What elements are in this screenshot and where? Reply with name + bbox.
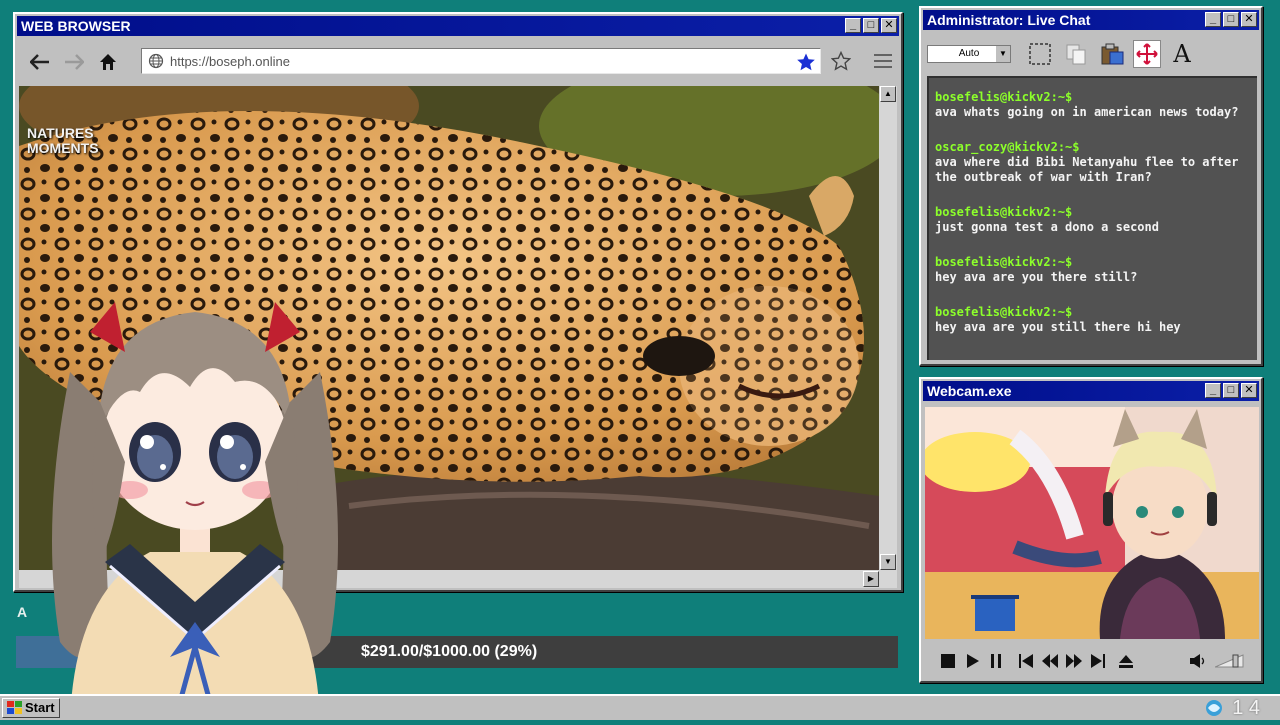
- chat-titlebar[interactable]: Administrator: Live Chat _ □ ✕: [923, 10, 1259, 30]
- network-icon[interactable]: [1204, 698, 1224, 718]
- webcam-window: Webcam.exe _ □ ✕: [919, 377, 1263, 683]
- chat-text: hey ava are you there still?: [935, 270, 1138, 284]
- chat-message: bosefelis@kickv2:~$ hey ava are you still…: [935, 305, 1251, 335]
- browser-titlebar[interactable]: WEB BROWSER _ □ ✕: [17, 16, 899, 36]
- chevron-down-icon[interactable]: ▼: [996, 46, 1010, 62]
- fast-forward-icon[interactable]: [1063, 650, 1085, 672]
- start-label: Start: [25, 700, 55, 715]
- volume-slider[interactable]: [1214, 654, 1245, 668]
- media-controls: [925, 645, 1257, 677]
- rewind-icon[interactable]: [1039, 650, 1061, 672]
- font-icon[interactable]: A: [1167, 39, 1197, 69]
- close-button[interactable]: ✕: [1241, 383, 1257, 398]
- webcam-feed: [925, 407, 1259, 639]
- system-tray: 1 4: [1204, 696, 1260, 720]
- chat-message: bosefelis@kickv2:~$ just gonna test a don…: [935, 205, 1251, 235]
- skip-back-icon[interactable]: [1015, 650, 1037, 672]
- move-icon[interactable]: [1133, 40, 1161, 68]
- chat-username: oscar_cozy@kickv2:~$: [935, 140, 1080, 154]
- browser-title: WEB BROWSER: [21, 18, 131, 34]
- chat-username: bosefelis@kickv2:~$: [935, 205, 1073, 219]
- start-button[interactable]: Start: [2, 698, 60, 718]
- scroll-down-arrow-icon[interactable]: ▼: [880, 554, 896, 570]
- maximize-button[interactable]: □: [1223, 12, 1239, 27]
- select-marquee-icon[interactable]: [1025, 39, 1055, 69]
- hamburger-menu-icon[interactable]: [869, 48, 897, 74]
- chat-title: Administrator: Live Chat: [927, 12, 1091, 28]
- close-button[interactable]: ✕: [1241, 12, 1257, 27]
- font-size-value: Auto: [958, 48, 980, 59]
- chat-text: ava where did Bibi Netanyahu flee to aft…: [935, 155, 1246, 184]
- chat-text: ava whats going on in american news toda…: [935, 105, 1239, 119]
- browser-toolbar: https://boseph.online: [19, 42, 897, 82]
- address-bar[interactable]: https://boseph.online: [141, 48, 821, 74]
- chat-username: bosefelis@kickv2:~$: [935, 305, 1073, 319]
- webcam-titlebar[interactable]: Webcam.exe _ □ ✕: [923, 381, 1259, 401]
- back-arrow-icon[interactable]: [27, 49, 53, 75]
- chat-username: bosefelis@kickv2:~$: [935, 255, 1073, 269]
- chat-toolbar: Auto ▼ A: [925, 36, 1257, 72]
- globe-icon: [148, 53, 164, 69]
- channel-watermark: NATURES MOMENTS: [27, 126, 99, 156]
- vtuber-avatar: [30, 262, 360, 720]
- scroll-up-arrow-icon[interactable]: ▲: [880, 86, 896, 102]
- maximize-button[interactable]: □: [1223, 383, 1239, 398]
- donation-progress-label: $291.00/$1000.00 (29%): [361, 643, 538, 660]
- taskbar: Start 1 4: [0, 694, 1280, 720]
- volume-icon[interactable]: [1187, 650, 1209, 672]
- home-icon[interactable]: [95, 49, 121, 75]
- chat-message: bosefelis@kickv2:~$ hey ava are you there…: [935, 255, 1251, 285]
- close-button[interactable]: ✕: [881, 18, 897, 33]
- chat-message: oscar_cozy@kickv2:~$ ava where did Bibi N…: [935, 140, 1251, 185]
- live-chat-window: Administrator: Live Chat _ □ ✕ Auto ▼ A …: [919, 6, 1263, 366]
- font-size-select[interactable]: Auto ▼: [927, 45, 1011, 63]
- chat-text: just gonna test a dono a second: [935, 220, 1159, 234]
- play-icon[interactable]: [961, 650, 983, 672]
- forward-arrow-icon[interactable]: [61, 49, 87, 75]
- skip-forward-icon[interactable]: [1087, 650, 1109, 672]
- donation-caption: A: [17, 604, 28, 620]
- scroll-right-arrow-icon[interactable]: ▶: [863, 571, 879, 587]
- minimize-button[interactable]: _: [1205, 12, 1221, 27]
- watermark-line1: NATURES: [27, 125, 94, 141]
- star-outline-icon[interactable]: [827, 48, 855, 74]
- chat-log[interactable]: bosefelis@kickv2:~$ ava whats going on in…: [927, 76, 1257, 360]
- minimize-button[interactable]: _: [845, 18, 861, 33]
- vertical-scrollbar[interactable]: ▲ ▼: [879, 86, 897, 570]
- minimize-button[interactable]: _: [1205, 383, 1221, 398]
- webcam-character-image: [925, 407, 1259, 639]
- stop-icon[interactable]: [937, 650, 959, 672]
- paste-icon[interactable]: [1097, 39, 1127, 69]
- clock: 1 4: [1232, 697, 1260, 719]
- url-text: https://boseph.online: [170, 53, 290, 69]
- watermark-line2: MOMENTS: [27, 140, 99, 156]
- chat-username: bosefelis@kickv2:~$: [935, 90, 1073, 104]
- pause-icon[interactable]: [985, 650, 1007, 672]
- webcam-title: Webcam.exe: [927, 383, 1012, 399]
- chat-text: hey ava are you still there hi hey: [935, 320, 1181, 334]
- eject-icon[interactable]: [1115, 650, 1137, 672]
- windows-logo-icon: [7, 701, 22, 714]
- copy-icon[interactable]: [1061, 39, 1091, 69]
- maximize-button[interactable]: □: [863, 18, 879, 33]
- chat-message: bosefelis@kickv2:~$ ava whats going on in…: [935, 90, 1251, 120]
- star-filled-icon[interactable]: [796, 52, 816, 72]
